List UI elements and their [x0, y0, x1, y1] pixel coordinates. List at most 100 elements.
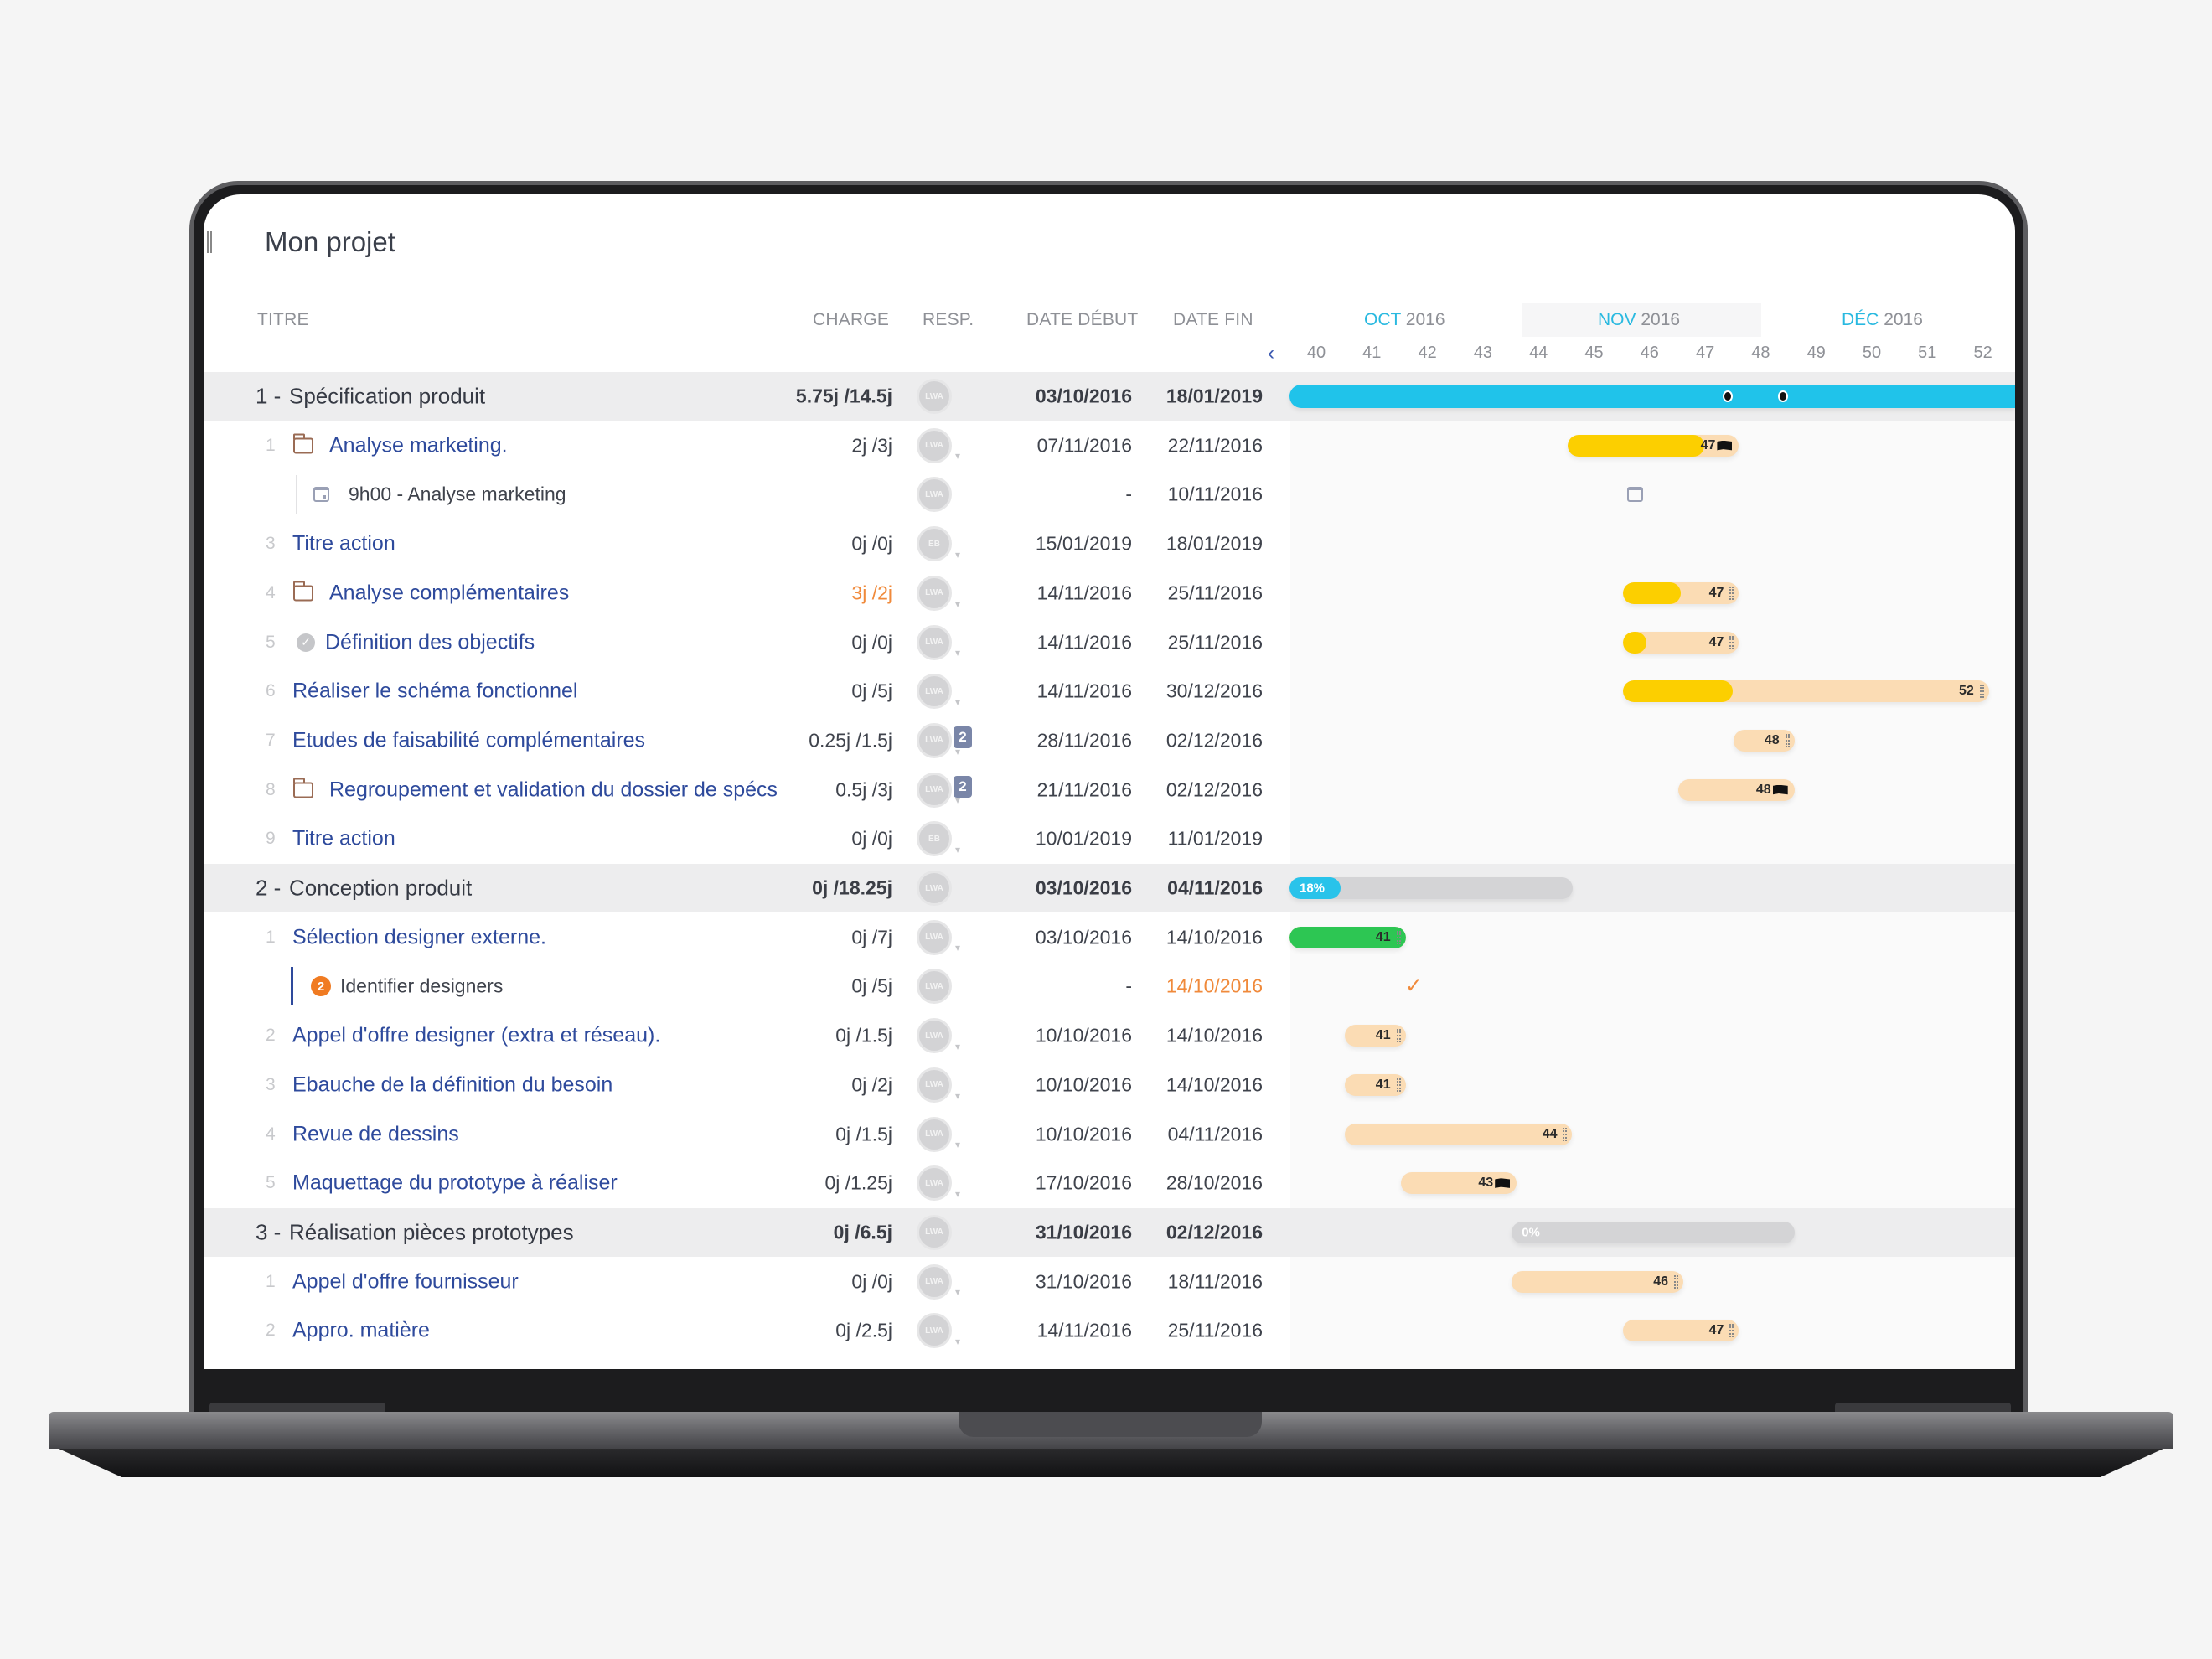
avatar[interactable]: LWA — [917, 379, 952, 414]
start-date[interactable]: 03/10/2016 — [1036, 385, 1132, 408]
charge-value[interactable]: 0j /7j — [851, 926, 892, 948]
chevron-down-icon[interactable]: ▾ — [955, 1188, 960, 1200]
gantt-task-bar[interactable]: 47 — [1622, 631, 1739, 654]
table-row[interactable]: 1 Sélection designer externe. 0j /7j LWA ▾ 03… — [204, 913, 2015, 962]
task-title-link[interactable]: Analyse marketing. — [329, 433, 508, 457]
chevron-down-icon[interactable]: ▾ — [955, 1336, 960, 1347]
table-row[interactable]: 8 Regroupement et validation du dossier d… — [204, 766, 2015, 814]
column-header-start-date[interactable]: DATE DÉBUT — [1026, 310, 1138, 330]
calendar-icon[interactable] — [1627, 487, 1644, 503]
gantt-task-bar[interactable]: 47 — [1622, 581, 1739, 604]
drag-handle-icon[interactable] — [1563, 1127, 1568, 1141]
subtask-title[interactable]: Identifier designers — [340, 975, 503, 998]
task-title-link[interactable]: Ebauche de la définition du besoin — [292, 1072, 612, 1097]
end-date[interactable]: 25/11/2016 — [1168, 1320, 1263, 1342]
charge-value[interactable]: 0j /0j — [851, 533, 892, 556]
drag-handle-icon[interactable] — [1396, 1078, 1401, 1092]
end-date[interactable]: 14/10/2016 — [1166, 1073, 1263, 1096]
chevron-down-icon[interactable]: ▾ — [955, 647, 960, 659]
end-date[interactable]: 14/10/2016 — [1166, 975, 1263, 998]
end-date[interactable]: 25/11/2016 — [1168, 581, 1263, 604]
end-date[interactable]: 02/12/2016 — [1166, 729, 1263, 752]
gantt-task-bar[interactable]: 47 — [1622, 1320, 1739, 1342]
drag-handle-icon[interactable] — [1729, 1324, 1734, 1338]
milestone-marker[interactable] — [1777, 390, 1788, 402]
charge-value[interactable]: 0j /18.25j — [812, 877, 892, 900]
start-date[interactable]: 17/10/2016 — [1036, 1172, 1132, 1195]
avatar[interactable]: LWA — [917, 969, 952, 1005]
table-row[interactable]: 2 Appel d'offre designer (extra et réseau… — [204, 1011, 2015, 1060]
chevron-down-icon[interactable]: ▾ — [955, 598, 960, 610]
start-date[interactable]: 14/11/2016 — [1037, 680, 1132, 703]
avatar[interactable]: LWA — [917, 1313, 952, 1349]
end-date[interactable]: 25/11/2016 — [1168, 631, 1263, 654]
table-row[interactable]: 3 Ebauche de la définition du besoin 0j /2… — [204, 1061, 2015, 1109]
start-date[interactable]: 28/11/2016 — [1037, 729, 1132, 752]
avatar[interactable]: LWA — [917, 1165, 952, 1202]
gantt-task-bar[interactable]: 47 — [1567, 434, 1739, 457]
task-title-link[interactable]: Sélection designer externe. — [292, 925, 546, 949]
drag-handle-icon[interactable] — [1729, 586, 1734, 600]
charge-value[interactable]: 3j /2j — [851, 581, 892, 604]
task-title-link[interactable]: Analyse complémentaires — [329, 581, 569, 605]
gantt-summary-bar[interactable] — [1289, 385, 2015, 408]
drag-handle-icon[interactable] — [1396, 1029, 1401, 1043]
charge-value[interactable]: 5.75j /14.5j — [796, 385, 892, 408]
charge-value[interactable]: 0.5j /3j — [835, 778, 892, 801]
task-title-link[interactable]: Revue de dessins — [292, 1122, 459, 1146]
column-header-resp[interactable]: RESP. — [923, 310, 974, 330]
chevron-left-icon[interactable]: ‹ — [1268, 342, 1274, 365]
task-title-link[interactable]: Regroupement et validation du dossier de… — [329, 778, 778, 802]
end-date[interactable]: 02/12/2016 — [1166, 1221, 1263, 1243]
chevron-down-icon[interactable]: ▾ — [955, 942, 960, 954]
task-title-link[interactable]: Titre action — [292, 827, 395, 851]
group-row[interactable]: 2 - Conception produit 0j /18.25j LWA 03/10/… — [204, 864, 2015, 912]
chevron-down-icon[interactable]: ▾ — [955, 1139, 960, 1150]
end-date[interactable]: 18/01/2019 — [1166, 385, 1263, 408]
avatar[interactable]: LWA — [917, 1264, 952, 1300]
avatar[interactable]: LWA — [917, 1214, 952, 1250]
gantt-task-bar[interactable]: 46 — [1512, 1270, 1684, 1293]
chevron-down-icon[interactable]: ▾ — [955, 549, 960, 561]
task-title-link[interactable]: Etudes de faisabilité complémentaires — [292, 728, 645, 752]
gantt-task-bar[interactable]: 48 — [1678, 778, 1795, 801]
avatar[interactable]: LWA — [917, 1067, 952, 1103]
avatar[interactable]: LWA — [917, 624, 952, 660]
task-title-link[interactable]: Définition des objectifs — [325, 630, 535, 654]
start-date[interactable]: 21/11/2016 — [1037, 778, 1132, 801]
charge-value[interactable]: 0j /5j — [851, 680, 892, 703]
group-row[interactable]: 1 - Spécification produit 5.75j /14.5j LWA 0… — [204, 372, 2015, 421]
charge-value[interactable]: 0j /5j — [851, 975, 892, 998]
start-date[interactable]: 14/11/2016 — [1037, 631, 1132, 654]
column-header-title[interactable]: TITRE — [257, 310, 309, 330]
table-row[interactable]: 4 Revue de dessins 0j /1.5j LWA ▾ 10/10/2016 0… — [204, 1110, 2015, 1159]
avatar[interactable]: LWA — [917, 871, 952, 906]
charge-value[interactable]: 0j /1.25j — [824, 1172, 892, 1195]
table-row[interactable]: 2 Identifier designers 0j /5j LWA - 14/10/201… — [204, 962, 2015, 1010]
avatar[interactable]: LWA — [917, 427, 952, 463]
avatar[interactable]: LWA — [917, 722, 952, 758]
gantt-task-bar[interactable]: 48 — [1734, 729, 1795, 752]
end-date[interactable]: 28/10/2016 — [1166, 1172, 1263, 1195]
charge-value[interactable]: 2j /3j — [851, 434, 892, 457]
check-circle-icon[interactable]: ✓ — [1405, 974, 1422, 999]
chevron-down-icon[interactable]: ▾ — [955, 1286, 960, 1298]
task-title-link[interactable]: Appel d'offre fournisseur — [292, 1269, 519, 1294]
task-title-link[interactable]: Réaliser le schéma fonctionnel — [292, 680, 577, 704]
end-date[interactable]: 22/11/2016 — [1168, 434, 1263, 457]
chevron-down-icon[interactable]: ▾ — [955, 450, 960, 462]
group-title[interactable]: Conception produit — [289, 876, 472, 902]
table-row[interactable]: 6 Réaliser le schéma fonctionnel 0j /5j LWA… — [204, 667, 2015, 716]
start-date[interactable]: 03/10/2016 — [1036, 877, 1132, 900]
start-date[interactable]: 31/10/2016 — [1036, 1221, 1132, 1243]
start-date[interactable]: - — [1125, 975, 1132, 998]
start-date[interactable]: 31/10/2016 — [1036, 1270, 1132, 1293]
end-date[interactable]: 10/11/2016 — [1168, 483, 1263, 506]
avatar[interactable]: EB — [917, 821, 952, 857]
gantt-task-bar[interactable]: 44 — [1345, 1123, 1573, 1145]
drag-handle-icon[interactable] — [1729, 635, 1734, 649]
end-date[interactable]: 18/01/2019 — [1166, 533, 1263, 556]
drag-handle-icon[interactable] — [1674, 1274, 1679, 1289]
task-title-link[interactable]: Appro. matière — [292, 1319, 430, 1343]
start-date[interactable]: 10/10/2016 — [1036, 1025, 1132, 1047]
